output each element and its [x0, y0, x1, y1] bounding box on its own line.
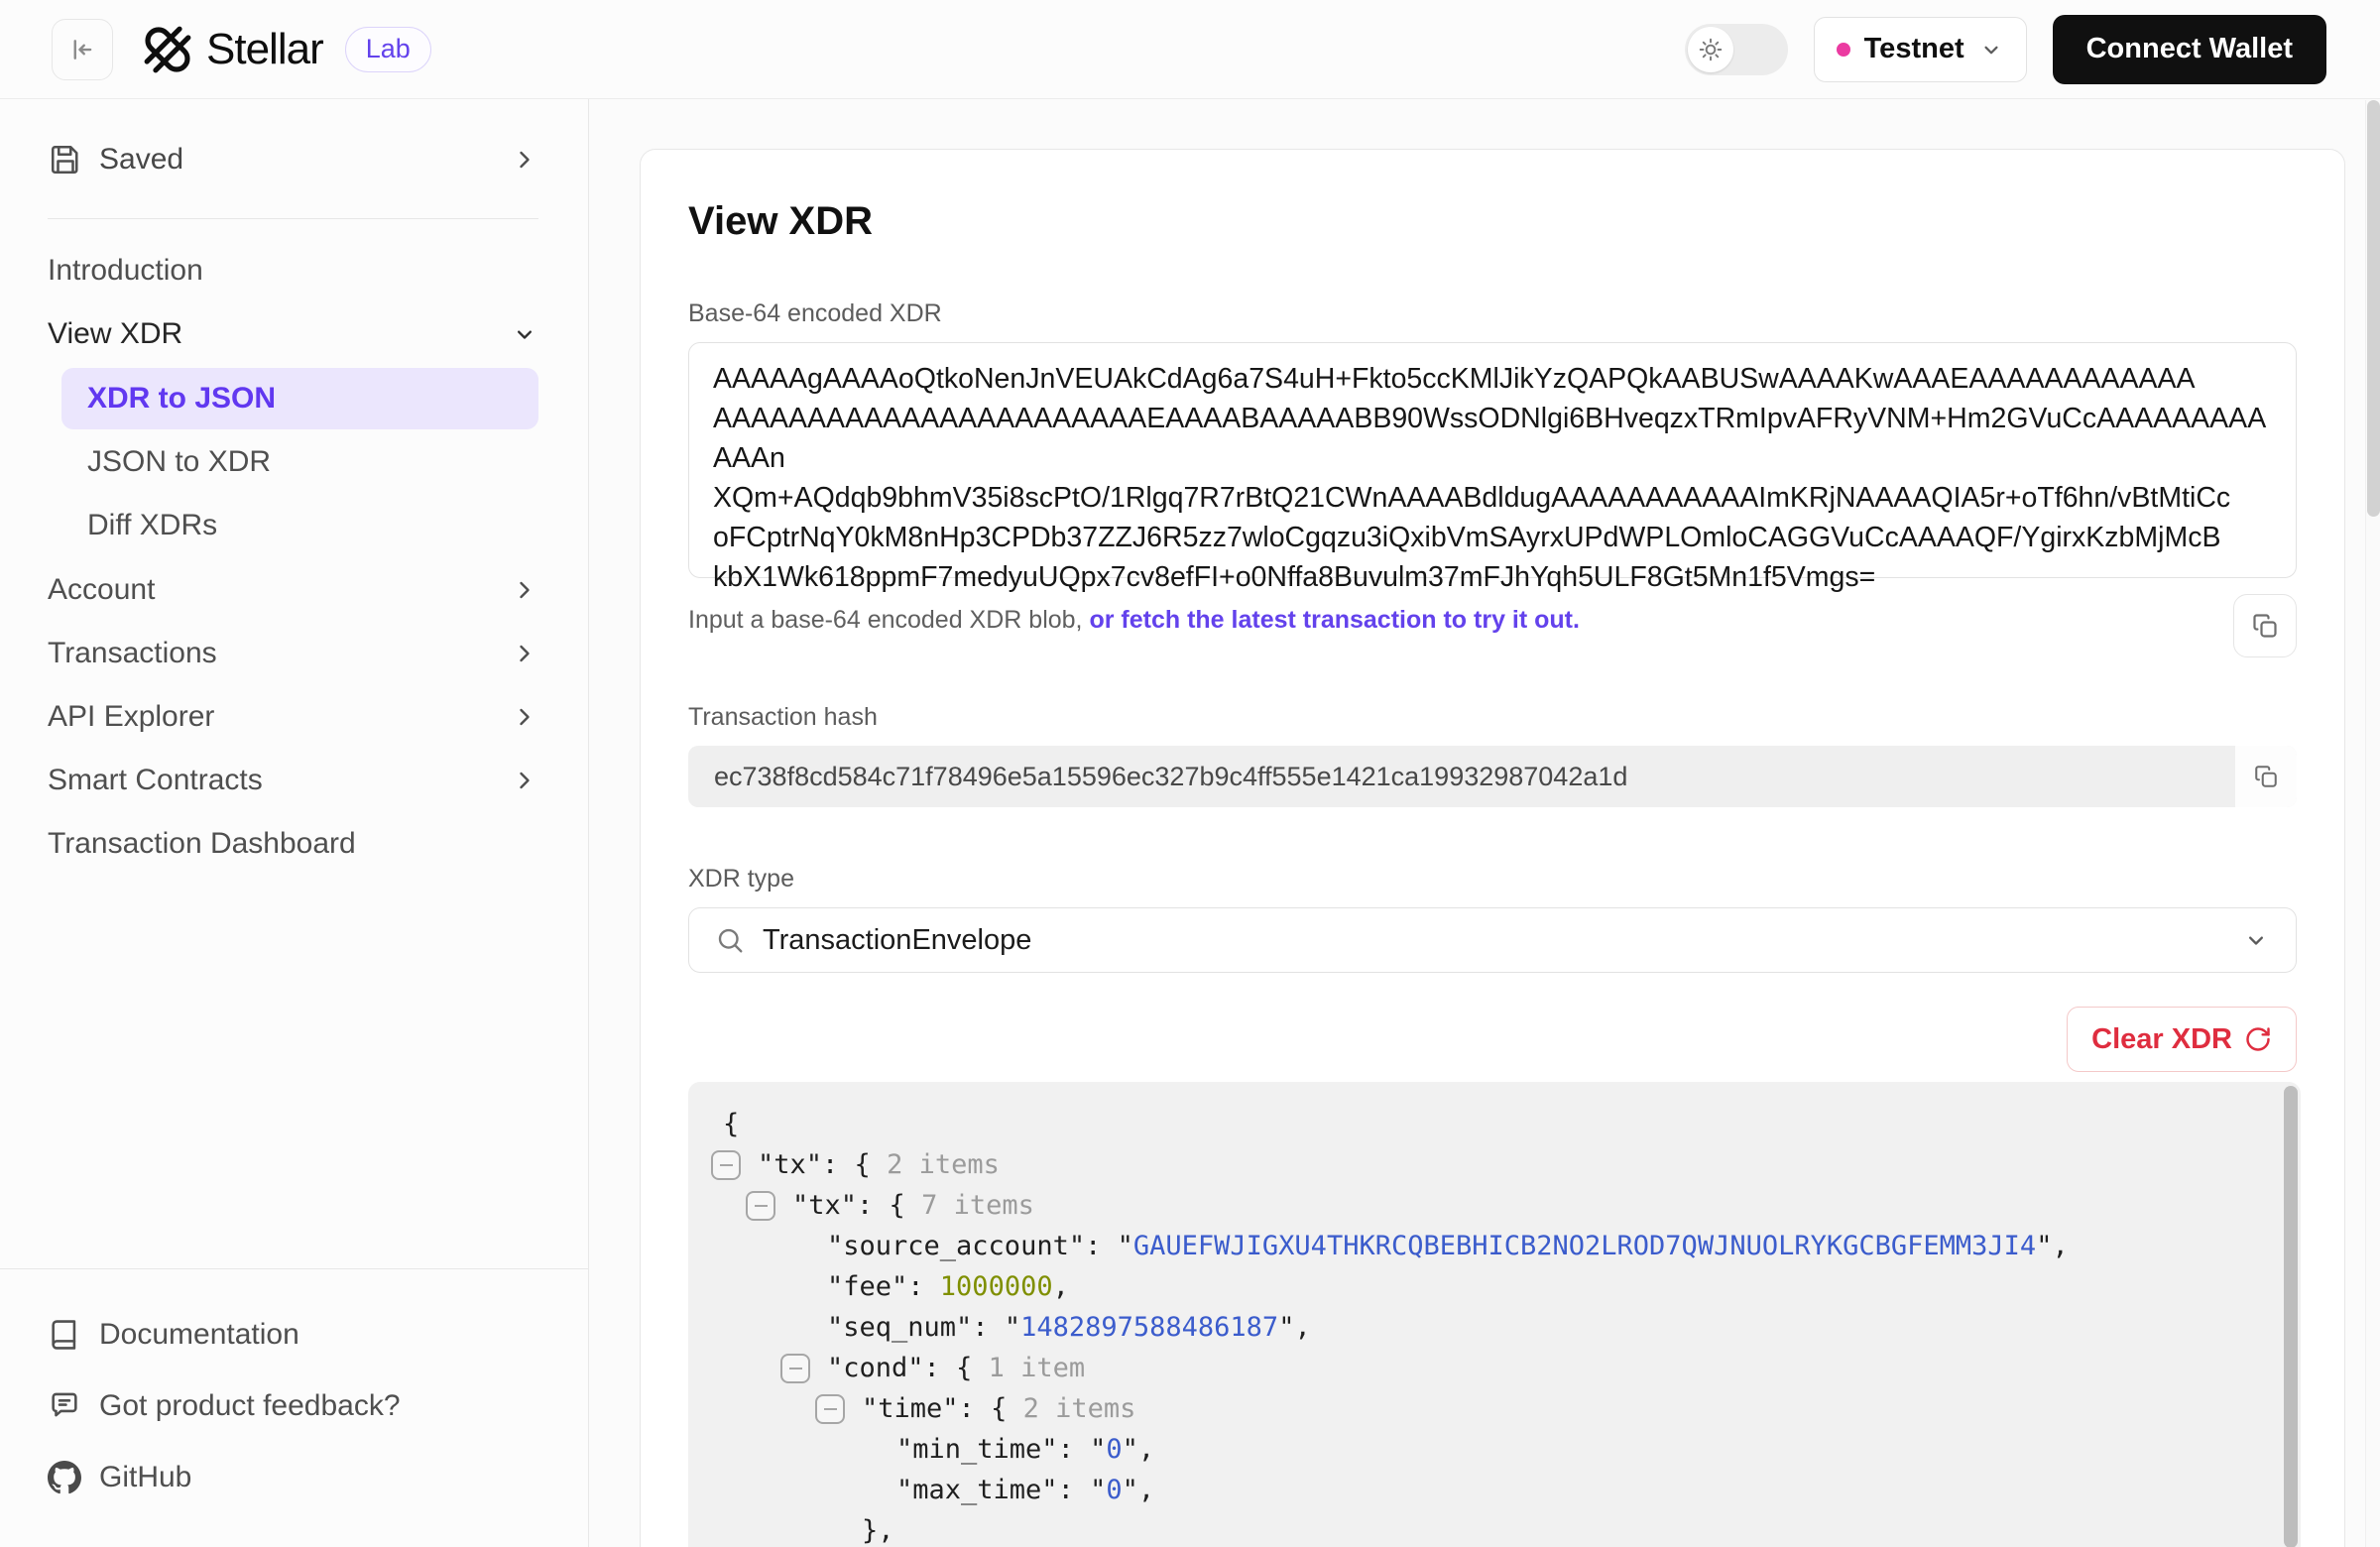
- sidebar-item-label: Introduction: [48, 254, 203, 288]
- clear-xdr-button[interactable]: Clear XDR: [2067, 1007, 2297, 1072]
- light-mode-knob: [1688, 27, 1733, 72]
- copy-hash-button[interactable]: [2235, 746, 2297, 807]
- json-row: "time": { 2 items: [688, 1388, 2281, 1429]
- stellar-logo-icon: [137, 19, 198, 80]
- xdr-type-label: XDR type: [688, 865, 2297, 893]
- json-viewer: {"tx": { 2 items"tx": { 7 items"source_a…: [688, 1082, 2301, 1547]
- sidebar-footer-github[interactable]: GitHub: [48, 1442, 540, 1513]
- main-content: View XDR Base-64 encoded XDR AAAAAgAAAAo…: [589, 99, 2380, 1547]
- json-row: "source_account": "GAUEFWJIGXU4THKRCQBEB…: [688, 1226, 2281, 1266]
- json-row: "min_time": "0",: [688, 1429, 2281, 1470]
- sidebar-footer-label: Documentation: [99, 1318, 299, 1352]
- chevron-right-icon: [511, 640, 538, 667]
- sidebar-item-introduction[interactable]: Introduction: [0, 239, 588, 302]
- tx-hash-label: Transaction hash: [688, 703, 2297, 732]
- tx-hash-value: ec738f8cd584c71f78496e5a15596ec327b9c4ff…: [688, 762, 2235, 792]
- sidebar-item-account[interactable]: Account: [0, 558, 588, 622]
- search-icon: [715, 925, 745, 955]
- sidebar-item-transaction-dashboard[interactable]: Transaction Dashboard: [0, 812, 588, 876]
- chevron-right-icon: [511, 767, 538, 794]
- chevron-down-icon: [2242, 926, 2270, 954]
- sidebar-nav: Introduction View XDR XDR to JSON JSON to X…: [0, 239, 588, 876]
- json-row: "seq_num": "1482897588486187",: [688, 1307, 2281, 1348]
- sidebar-item-smart-contracts[interactable]: Smart Contracts: [0, 749, 588, 812]
- json-row: "tx": { 7 items: [688, 1185, 2281, 1226]
- xdr-type-value: TransactionEnvelope: [763, 924, 1031, 957]
- lab-badge: Lab: [345, 27, 431, 72]
- collapse-node-button[interactable]: [780, 1354, 810, 1383]
- sidebar-item-label: API Explorer: [48, 700, 214, 734]
- collapse-node-button[interactable]: [746, 1191, 775, 1221]
- chevron-right-icon: [511, 146, 538, 174]
- network-label: Testnet: [1864, 33, 1964, 65]
- sidebar-item-label: JSON to XDR: [87, 445, 271, 479]
- copy-icon: [2253, 764, 2279, 789]
- page-title: View XDR: [688, 199, 2297, 244]
- chevron-right-icon: [511, 703, 538, 731]
- sidebar-footer-label: Got product feedback?: [99, 1389, 401, 1423]
- collapse-node-button[interactable]: [815, 1394, 845, 1424]
- sidebar-item-label: Smart Contracts: [48, 764, 263, 797]
- sidebar-item-json-to-xdr[interactable]: JSON to XDR: [61, 431, 538, 493]
- sidebar-item-label: Transaction Dashboard: [48, 827, 356, 861]
- sidebar-item-view-xdr[interactable]: View XDR: [0, 302, 588, 366]
- collapse-sidebar-button[interactable]: [52, 19, 113, 80]
- network-select[interactable]: Testnet: [1814, 17, 2027, 82]
- json-row: "tx": { 2 items: [688, 1144, 2281, 1185]
- sidebar-item-label: Diff XDRs: [87, 509, 217, 542]
- sidebar-item-diff-xdrs[interactable]: Diff XDRs: [61, 495, 538, 556]
- chevron-down-icon: [511, 320, 538, 348]
- collapse-sidebar-icon: [67, 35, 97, 64]
- sidebar-divider: [48, 218, 538, 219]
- book-icon: [48, 1317, 83, 1353]
- sidebar-item-api-explorer[interactable]: API Explorer: [0, 685, 588, 749]
- sidebar-item-label: Saved: [99, 143, 183, 177]
- sidebar-footer-documentation[interactable]: Documentation: [48, 1299, 540, 1370]
- sidebar-item-transactions[interactable]: Transactions: [0, 622, 588, 685]
- github-icon: [48, 1460, 83, 1495]
- json-rows: {"tx": { 2 items"tx": { 7 items"source_a…: [688, 1104, 2281, 1547]
- json-row: "cond": { 1 item: [688, 1348, 2281, 1388]
- sidebar-item-label: Transactions: [48, 637, 217, 670]
- sidebar-footer-got-product-feedback-[interactable]: Got product feedback?: [48, 1370, 540, 1442]
- page-scrollbar[interactable]: [2365, 100, 2380, 1547]
- theme-toggle[interactable]: [1685, 24, 1788, 75]
- network-status-dot: [1837, 43, 1850, 57]
- sidebar-item-saved[interactable]: Saved: [48, 127, 538, 192]
- feedback-icon: [48, 1388, 83, 1424]
- copy-xdr-button[interactable]: [2233, 594, 2297, 657]
- sidebar: Saved Introduction View XDR XDR to JSON JSO…: [0, 99, 589, 1547]
- xdr-blob-textarea[interactable]: AAAAAgAAAAoQtkoNenJnVEUAkCdAg6a7S4uH+Fkt…: [688, 342, 2297, 578]
- sidebar-item-label: View XDR: [48, 317, 182, 351]
- sidebar-footer-label: GitHub: [99, 1461, 191, 1494]
- xdr-blob-label: Base-64 encoded XDR: [688, 299, 2297, 328]
- json-row: "fee": 1000000,: [688, 1266, 2281, 1307]
- collapse-node-button[interactable]: [711, 1150, 741, 1180]
- json-row: "max_time": "0",: [688, 1470, 2281, 1510]
- sidebar-item-label: XDR to JSON: [87, 382, 276, 416]
- page-scrollbar-thumb[interactable]: [2367, 100, 2380, 517]
- chevron-down-icon: [1978, 37, 2004, 62]
- refresh-icon: [2244, 1025, 2272, 1053]
- app-header: Stellar Lab Testnet Connect Wallet: [0, 0, 2380, 99]
- json-row: },: [688, 1510, 2281, 1547]
- brand[interactable]: Stellar: [137, 19, 323, 80]
- sidebar-footer: Documentation Got product feedback? GitHub: [0, 1268, 588, 1547]
- json-viewer-scrollbar[interactable]: [2284, 1086, 2298, 1547]
- connect-wallet-button[interactable]: Connect Wallet: [2053, 15, 2326, 84]
- sidebar-item-label: Account: [48, 573, 155, 607]
- tx-hash-field: ec738f8cd584c71f78496e5a15596ec327b9c4ff…: [688, 746, 2297, 807]
- brand-name: Stellar: [206, 25, 323, 74]
- copy-icon: [2251, 612, 2279, 640]
- view-xdr-card: View XDR Base-64 encoded XDR AAAAAgAAAAo…: [640, 149, 2345, 1547]
- save-icon: [48, 142, 83, 178]
- chevron-right-icon: [511, 576, 538, 604]
- sun-icon: [1698, 37, 1724, 62]
- xdr-helper-text: Input a base-64 encoded XDR blob, or fet…: [688, 594, 1580, 635]
- sidebar-item-xdr-to-json[interactable]: XDR to JSON: [61, 368, 538, 429]
- fetch-latest-transaction-link[interactable]: or fetch the latest transaction to try i…: [1089, 606, 1580, 634]
- xdr-type-select[interactable]: TransactionEnvelope: [688, 907, 2297, 973]
- json-row: {: [688, 1104, 2281, 1144]
